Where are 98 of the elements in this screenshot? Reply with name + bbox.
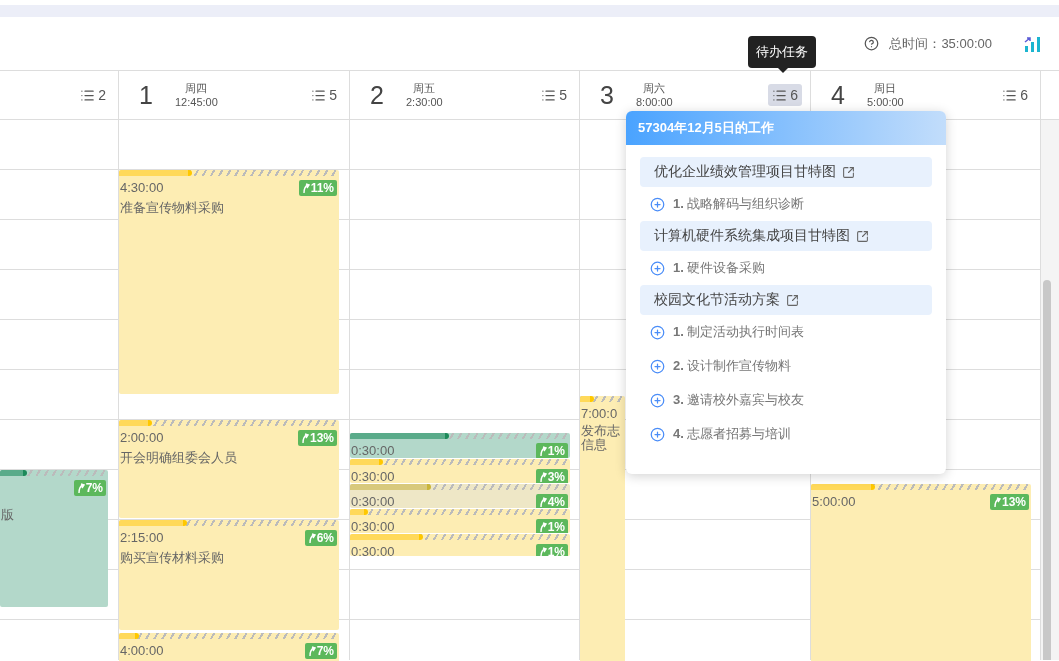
progress-badge: 13% — [297, 430, 337, 446]
project-link[interactable]: 优化企业绩效管理项目甘特图 — [640, 157, 932, 187]
event-duration: 4:30:00 — [120, 180, 164, 195]
external-link-icon — [786, 293, 799, 307]
event-card[interactable]: 4:00:00 7% — [119, 633, 339, 661]
progress-badge: 3% — [535, 469, 568, 483]
trend-arrow-icon — [307, 533, 316, 543]
event-duration: 0:30:00 — [351, 443, 395, 458]
event-title: 开会明确组委会人员 — [120, 451, 237, 465]
event-card[interactable]: 0:30:00 1% — [350, 509, 570, 533]
progress-badge: 4% — [535, 494, 568, 508]
day-hours: 12:45:00 — [175, 95, 218, 109]
project-link[interactable]: 计算机硬件系统集成项目甘特图 — [640, 221, 932, 251]
popup-title: 57304年12月5日的工作 — [626, 111, 946, 145]
progress-badge: 11% — [298, 180, 337, 196]
add-circle-icon[interactable] — [650, 260, 665, 276]
weekday: 周四 — [185, 81, 208, 95]
list-icon — [541, 87, 557, 103]
event-card[interactable]: 4:30:00 准备宣传物料采购 11% — [119, 170, 339, 394]
day-hours: 2:30:00 — [406, 95, 443, 109]
progress-badge: 1% — [535, 544, 568, 556]
task-list-button[interactable]: 6 — [768, 84, 802, 106]
weekday: 周五 — [413, 81, 436, 95]
event-card[interactable]: 2:15:00 购买宣传材料采购 6% — [119, 520, 339, 630]
event-duration: 0:30:00 — [351, 544, 395, 556]
add-circle-icon[interactable] — [650, 392, 665, 408]
progress-badge: 1% — [535, 519, 568, 533]
event-title: 购买宣传材料采购 — [120, 551, 224, 565]
event-card[interactable]: 7:00:0 发布志 信息 — [580, 396, 625, 661]
external-link-icon — [842, 165, 855, 179]
day-number: 2 — [370, 80, 385, 110]
task-list-button[interactable]: 5 — [307, 84, 341, 106]
event-card[interactable]: 5:00:00 13% — [811, 484, 1031, 661]
event-card[interactable]: 0:30:00 3% — [350, 459, 570, 483]
tooltip: 待办任务 — [748, 36, 816, 68]
progress-badge: 7% — [304, 643, 337, 659]
trend-arrow-icon — [538, 522, 547, 532]
task-item[interactable]: 3. 邀请校外嘉宾与校友 — [673, 391, 805, 409]
trend-arrow-icon — [307, 646, 316, 656]
weekday: 周日 — [874, 81, 897, 95]
day-number: 3 — [600, 80, 615, 110]
add-circle-icon[interactable] — [650, 426, 665, 442]
event-card[interactable]: 0:30:00 1% — [350, 433, 570, 458]
event-duration: 0:30:00 — [351, 494, 395, 508]
scrollbar[interactable] — [1041, 120, 1059, 660]
list-icon — [80, 87, 96, 103]
trend-arrow-icon — [300, 433, 309, 443]
trend-arrow-icon — [992, 497, 1001, 507]
progress-badge: 6% — [304, 530, 337, 546]
add-circle-icon[interactable] — [650, 324, 665, 340]
project-link[interactable]: 校园文化节活动方案 — [640, 285, 932, 315]
task-item[interactable]: 4. 志愿者招募与培训 — [673, 425, 792, 443]
task-item[interactable]: 1. 硬件设备采购 — [673, 259, 766, 277]
task-item[interactable]: 1. 战略解码与组织诊断 — [673, 195, 805, 213]
progress-badge: 1% — [535, 443, 568, 458]
event-duration: 7:00:0 — [581, 406, 618, 421]
event-title: 版 — [1, 508, 14, 522]
task-list-button[interactable]: 6 — [998, 84, 1032, 106]
event-duration: 4:00:00 — [120, 643, 164, 658]
list-icon — [1002, 87, 1018, 103]
task-list-button[interactable]: 5 — [537, 84, 571, 106]
progress-badge: 13% — [989, 494, 1029, 510]
trend-arrow-icon — [538, 446, 547, 456]
event-duration: 5:00:00 — [812, 494, 856, 509]
event-duration: 0:30:00 — [351, 469, 395, 483]
progress-badge: 7% — [73, 480, 106, 496]
day-hours: 8:00:00 — [636, 95, 673, 109]
trend-arrow-icon — [76, 483, 85, 493]
event-card[interactable]: 2:00:00 开会明确组委会人员 13% — [119, 420, 339, 518]
event-card[interactable]: 0:30:00 1% — [350, 534, 570, 556]
list-icon — [311, 87, 327, 103]
weekday: 周六 — [643, 81, 666, 95]
total-time: 总时间：35:00:00 — [889, 34, 992, 53]
add-circle-icon[interactable] — [650, 196, 665, 212]
task-item[interactable]: 2. 设计制作宣传物料 — [673, 357, 792, 375]
event-title: 发布志 — [581, 424, 620, 438]
task-item[interactable]: 1. 制定活动执行时间表 — [673, 323, 805, 341]
trend-arrow-icon — [538, 547, 547, 556]
event-duration: 2:15:00 — [120, 530, 164, 545]
bar-chart-icon[interactable] — [1024, 35, 1041, 52]
external-link-icon — [856, 229, 869, 243]
day-number: 4 — [831, 80, 846, 110]
event-card[interactable]: 版 7% — [0, 470, 108, 607]
add-circle-icon[interactable] — [650, 358, 665, 374]
event-title: 准备宣传物料采购 — [120, 201, 224, 215]
event-duration: 0:30:00 — [351, 519, 395, 533]
trend-arrow-icon — [538, 472, 547, 482]
event-card[interactable]: 0:30:00 4% — [350, 484, 570, 508]
task-list-button[interactable]: 2 — [76, 84, 110, 106]
day-number: 1 — [139, 80, 154, 110]
list-icon — [772, 87, 788, 103]
day-hours: 5:00:00 — [867, 95, 904, 109]
help-icon[interactable] — [864, 36, 880, 51]
event-duration: 2:00:00 — [120, 430, 164, 445]
trend-arrow-icon — [301, 183, 310, 193]
event-title: 信息 — [581, 438, 607, 452]
trend-arrow-icon — [538, 497, 547, 507]
scrollbar-thumb[interactable] — [1043, 280, 1051, 660]
